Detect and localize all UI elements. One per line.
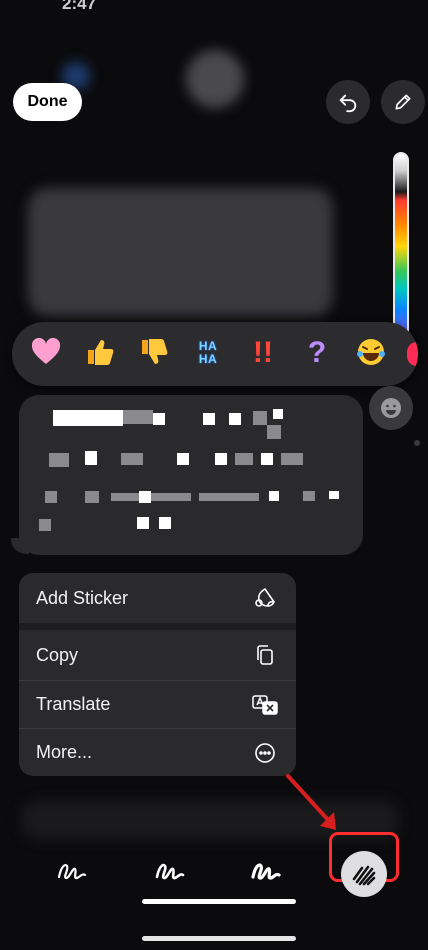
scribble-icon (57, 863, 87, 880)
menu-item-copy[interactable]: Copy (19, 630, 296, 680)
pen-tool-3[interactable] (246, 850, 286, 890)
scroll-indicator (142, 899, 296, 904)
pencil-button[interactable] (381, 80, 425, 124)
blurred-avatar (186, 50, 244, 108)
menu-item-more[interactable]: More... (19, 729, 296, 776)
haha-bottom: HA (198, 352, 218, 366)
redacted-block (273, 409, 283, 419)
haha-reaction[interactable]: HA HA (190, 340, 226, 368)
redacted-block (203, 413, 215, 425)
redacted-block (111, 493, 191, 501)
scribble-icon (251, 863, 281, 880)
redacted-block (235, 453, 253, 465)
redacted-block (303, 491, 315, 501)
thumbs-up-icon (88, 340, 114, 365)
thumbs-down-reaction[interactable] (136, 336, 172, 372)
message-bubble[interactable] (19, 395, 363, 555)
scribble-icon (155, 863, 185, 880)
heart-reaction[interactable] (28, 336, 64, 372)
redacted-block (261, 453, 273, 465)
thumbs-up-reaction[interactable] (82, 336, 118, 372)
translate-icon (251, 691, 279, 719)
undo-icon (339, 94, 357, 113)
smiley-icon (381, 398, 401, 418)
heart-icon (31, 337, 61, 364)
copy-icon (251, 641, 279, 669)
blurred-message (28, 188, 333, 316)
redacted-block (153, 413, 165, 425)
redacted-block (49, 453, 69, 467)
redacted-block (45, 491, 57, 503)
redacted-block (199, 493, 259, 501)
redacted-block (53, 410, 123, 426)
laughing-face-icon (357, 339, 385, 365)
redacted-block (177, 453, 189, 465)
partial-reaction-icon (407, 342, 418, 366)
redacted-block (281, 453, 303, 465)
exclamation-reaction[interactable]: !! (245, 335, 281, 371)
undo-button[interactable] (326, 80, 370, 124)
ellipsis-circle-icon (251, 739, 279, 767)
menu-item-label: Add Sticker (36, 587, 129, 608)
redacted-block (85, 451, 97, 465)
question-reaction[interactable]: ? (299, 335, 335, 371)
redacted-block (329, 491, 339, 499)
done-button[interactable]: Done (13, 83, 82, 121)
thumbs-down-icon (142, 339, 168, 364)
redacted-block (85, 491, 99, 503)
emoji-picker-button[interactable] (369, 386, 413, 430)
context-menu: Add Sticker Copy Translate More... (19, 573, 296, 776)
pen-tool-2[interactable] (150, 850, 190, 890)
redacted-block (159, 517, 171, 529)
menu-item-label: Translate (36, 694, 111, 714)
redacted-block (253, 411, 267, 425)
menu-item-translate[interactable]: Translate (19, 681, 296, 728)
redacted-block (137, 517, 149, 529)
pencil-icon (395, 94, 411, 110)
redacted-block (229, 413, 241, 425)
redacted-block (123, 410, 153, 424)
marker-scribble-icon (352, 865, 376, 886)
menu-item-add-sticker[interactable]: Add Sticker (19, 573, 296, 623)
redacted-block (139, 491, 151, 503)
status-time: 2:47 (62, 0, 97, 13)
red-arrow-annotation (286, 774, 336, 830)
redacted-block (39, 519, 51, 531)
home-indicator[interactable] (142, 936, 296, 941)
redacted-block (121, 453, 143, 465)
menu-item-label: More... (36, 742, 93, 762)
laughing-reaction[interactable] (353, 336, 389, 372)
pen-tool-1[interactable] (52, 850, 92, 890)
reaction-bar: HA HA !! ? (12, 322, 418, 386)
menu-separator (19, 623, 296, 630)
menu-item-label: Copy (36, 644, 79, 665)
redacted-block (269, 491, 279, 501)
redacted-block (267, 425, 281, 439)
pen-tool-4-active[interactable] (341, 851, 387, 897)
emoji-bubble-dot (414, 440, 420, 446)
redacted-block (215, 453, 227, 465)
sticker-icon (251, 584, 279, 612)
